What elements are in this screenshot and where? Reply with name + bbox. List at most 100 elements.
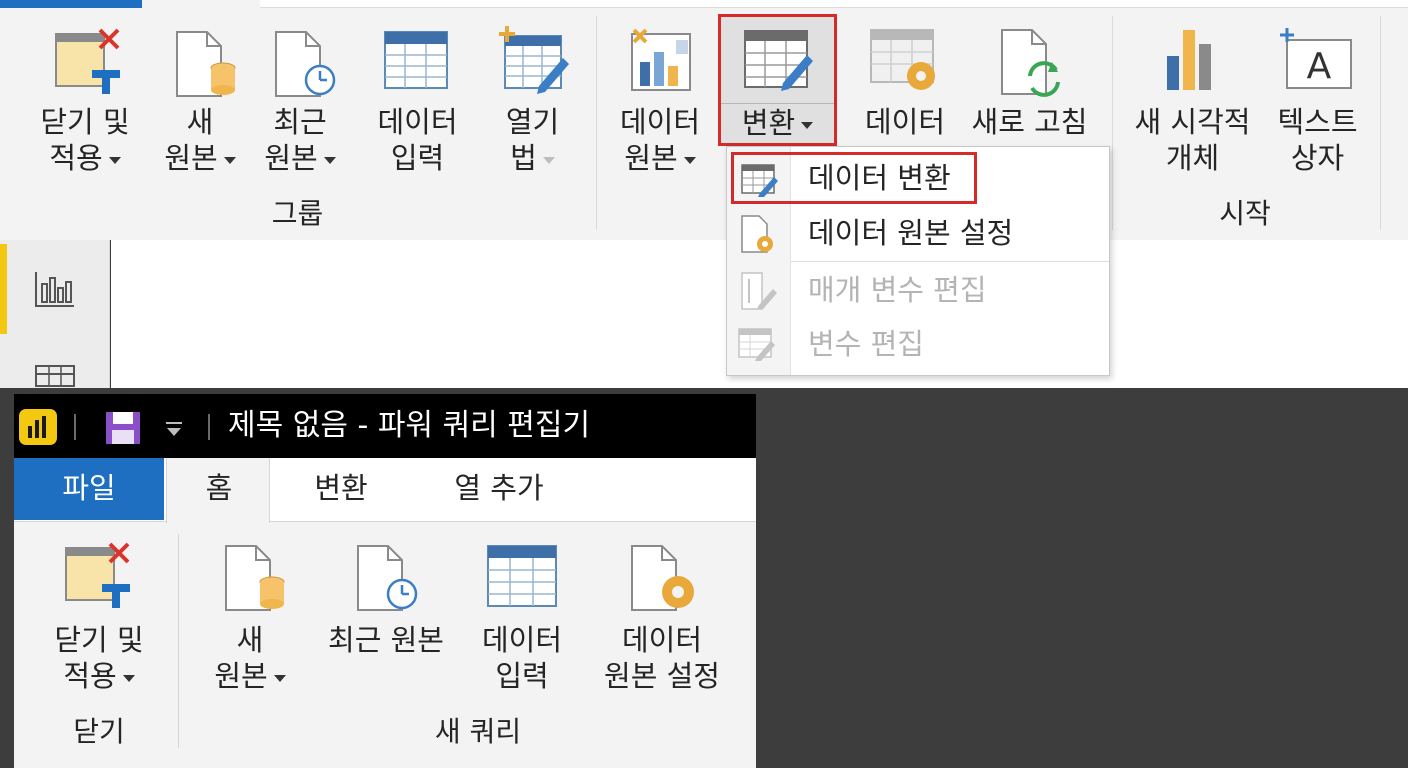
- tab-transform[interactable]: 변환: [276, 458, 406, 520]
- group-separator: [178, 534, 179, 748]
- new-source-icon: [173, 28, 239, 100]
- new-visual-label-2: 개체: [1165, 141, 1220, 175]
- chevron-down-icon: [223, 156, 236, 164]
- data-button[interactable]: 데이터: [855, 20, 955, 150]
- data-view-icon[interactable]: [34, 364, 76, 388]
- menu-item-edit-variables[interactable]: 변수 편집: [731, 321, 1107, 371]
- text-box-icon: A: [1279, 26, 1355, 92]
- tab-home[interactable]: 홈: [166, 458, 270, 523]
- editor-data-source-settings-button[interactable]: 데이터 원본 설정: [588, 534, 736, 704]
- close-apply-button[interactable]: 닫기 및 적용: [20, 20, 150, 190]
- new-visual-label: 새 시각적: [1134, 105, 1251, 139]
- open-with-label: 열기: [505, 105, 560, 139]
- close-apply-icon: [52, 28, 124, 96]
- new-source-label-2: 원본: [155, 140, 245, 176]
- transform-split-line: [721, 103, 834, 104]
- quick-access-dropdown-icon[interactable]: [164, 420, 184, 438]
- editor-new-source-button[interactable]: 새 원본: [198, 534, 302, 704]
- recent-sources-icon: [354, 542, 420, 614]
- open-with-label-2: 법: [485, 140, 580, 176]
- data-source-settings-label-2: 원본 설정: [604, 659, 720, 693]
- refresh-button[interactable]: 새로 고침: [962, 20, 1097, 150]
- title-separator: [74, 414, 76, 440]
- tab-file[interactable]: 파일: [14, 458, 164, 520]
- window-title: 제목 없음 - 파워 쿼리 편집기: [228, 408, 591, 443]
- tab-label: 열 추가: [454, 471, 544, 505]
- report-view-icon[interactable]: [34, 270, 76, 308]
- close-apply-icon: [62, 542, 134, 610]
- transform-label: 변환: [721, 105, 834, 141]
- menu-separator: [791, 261, 1109, 262]
- tab-label: 홈: [205, 471, 233, 505]
- open-with-button[interactable]: 열기 법: [485, 20, 580, 190]
- title-separator: [208, 414, 210, 440]
- data-source-label-2: 원본: [610, 140, 710, 176]
- enter-data-label: 데이터: [481, 623, 563, 657]
- close-apply-label-2: 적용: [24, 658, 174, 694]
- close-apply-label-2: 적용: [20, 140, 150, 176]
- chevron-down-icon: [542, 156, 555, 164]
- chevron-down-icon: [683, 156, 696, 164]
- data-source-button[interactable]: 데이터 원본: [610, 20, 710, 190]
- ribbon-group-label: 그룹: [271, 197, 324, 230]
- editor-enter-data-button[interactable]: 데이터 입력: [470, 534, 574, 704]
- recent-sources-button[interactable]: 최근 원본: [250, 20, 350, 190]
- editor-close-apply-button[interactable]: 닫기 및 적용: [24, 534, 174, 704]
- data-source-icon: [626, 26, 696, 94]
- enter-data-label-2: 입력: [495, 659, 549, 693]
- menu-item-label: 데이터 원본 설정: [808, 216, 1014, 250]
- text-box-button[interactable]: A 텍스트 상자: [1265, 20, 1370, 190]
- edit-variables-icon: [737, 327, 777, 363]
- data-source-settings-icon: [628, 542, 700, 614]
- table-edit-icon: [743, 27, 815, 91]
- new-source-label: 새: [186, 105, 214, 139]
- transform-button[interactable]: 변환: [718, 14, 837, 146]
- menu-item-edit-parameters[interactable]: 매개 변수 편집: [731, 267, 1107, 317]
- chevron-down-icon: [801, 121, 814, 129]
- recent-sources-icon: [272, 28, 338, 100]
- power-bi-logo-icon: [18, 408, 58, 446]
- recent-sources-label: 최근: [273, 105, 327, 139]
- view-pane: [0, 240, 110, 388]
- chevron-down-icon: [323, 156, 336, 164]
- start-group-label: 시작: [1219, 197, 1271, 230]
- new-query-group-label: 새 쿼리: [434, 715, 522, 748]
- new-source-label: 새: [236, 623, 264, 657]
- save-icon[interactable]: [104, 410, 142, 446]
- tab-strip-line: [260, 0, 1408, 8]
- bar-chart-icon: [1163, 26, 1223, 92]
- table-settings-icon: [869, 28, 941, 94]
- menu-item-label: 매개 변수 편집: [808, 273, 987, 307]
- transform-dropdown-menu: 데이터 변환 데이터 원본 설정 매개 변수 편집 변수 편집: [726, 146, 1110, 376]
- menu-item-data-source-settings[interactable]: 데이터 원본 설정: [731, 210, 1107, 260]
- new-visual-button[interactable]: 새 시각적 개체: [1125, 20, 1260, 190]
- chevron-down-icon: [273, 674, 286, 682]
- data-source-settings-label: 데이터: [621, 623, 703, 657]
- editor-recent-sources-button[interactable]: 최근 원본: [312, 534, 460, 704]
- new-source-button[interactable]: 새 원본: [155, 20, 245, 190]
- menu-item-label: 변수 편집: [808, 327, 924, 361]
- tab-add-column[interactable]: 열 추가: [414, 458, 584, 520]
- new-source-icon: [222, 542, 288, 614]
- refresh-label: 새로 고침: [971, 105, 1088, 139]
- menu-item-transform-data[interactable]: 데이터 변환: [731, 152, 977, 204]
- file-tab-strip[interactable]: [0, 0, 142, 8]
- close-apply-label: 닫기 및: [54, 623, 144, 657]
- group-separator: [596, 16, 597, 230]
- refresh-icon: [998, 26, 1064, 98]
- table-icon: [486, 544, 558, 610]
- text-box-label: 텍스트: [1277, 105, 1358, 139]
- new-source-label-2: 원본: [198, 658, 302, 694]
- tab-label: 변환: [314, 471, 368, 505]
- text-box-label-2: 상자: [1290, 141, 1345, 175]
- tab-label: 파일: [62, 471, 116, 505]
- edit-parameters-icon: [739, 271, 779, 311]
- data-label: 데이터: [864, 105, 946, 139]
- table-edit-icon: [495, 24, 571, 94]
- enter-data-label: 데이터: [377, 105, 458, 139]
- svg-text:A: A: [1307, 46, 1332, 87]
- enter-data-button[interactable]: 데이터 입력: [365, 20, 470, 190]
- table-edit-icon: [740, 163, 780, 197]
- data-source-label: 데이터: [619, 105, 701, 139]
- group-separator: [1380, 16, 1381, 230]
